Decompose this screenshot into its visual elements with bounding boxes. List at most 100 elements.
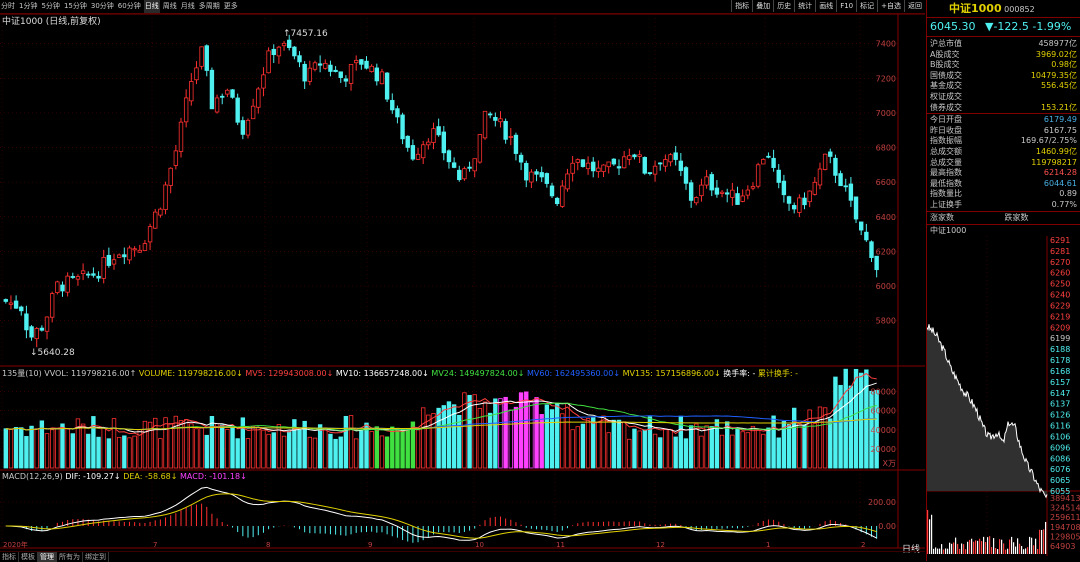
candle-body <box>271 48 276 56</box>
index-stats: 今日开盘 6179.49 昨日收盘 6167.75 指数振幅 169.67/2.75% 总成… <box>927 114 1080 210</box>
stat-label: 最低指数 <box>930 178 962 188</box>
mini-volume-bar <box>959 548 961 554</box>
volume-bar <box>554 403 560 469</box>
mini-price-tick: 6219 <box>1050 312 1070 321</box>
volume-bar <box>333 438 338 469</box>
volume-bar <box>405 428 410 469</box>
volume-bar <box>194 428 199 469</box>
volume-unit-label: X万 <box>883 459 896 468</box>
date-tick-label: 12 <box>656 541 665 549</box>
candle-body <box>874 255 879 271</box>
candle-body <box>642 157 647 174</box>
candle-body <box>86 273 91 276</box>
dif-value: DIF: -109.27↓ <box>65 472 121 481</box>
volume-bar <box>29 425 34 469</box>
volume-bar <box>122 435 127 469</box>
candle-body <box>441 131 446 154</box>
stat-row: 债券成交 153.21亿 <box>927 103 1080 114</box>
stat-row: 昨日收盘 6167.75 <box>927 126 1080 137</box>
stat-label: 总成交额 <box>930 146 962 156</box>
mini-price-tick: 6250 <box>1050 279 1070 288</box>
candle-body <box>369 65 374 72</box>
intraday-mini-chart[interactable]: 62916281 6270 6260 6250 6240 6229 6219 6209 6199… <box>926 235 1080 556</box>
mini-volume-bar <box>993 537 995 554</box>
mini-price-tick: 6106 <box>1050 432 1070 441</box>
volume-bar <box>694 423 699 469</box>
mini-price-tick: 6240 <box>1050 290 1070 299</box>
volume-bar <box>627 438 632 469</box>
candle-body <box>508 136 513 138</box>
volume-bar <box>673 436 678 469</box>
candle-body <box>142 243 148 251</box>
volume-bar <box>632 428 637 469</box>
kline-chart[interactable]: 7400 7200 7000 6800 6600 6400 6200 6000 5800 ↑745… <box>0 0 925 551</box>
volume-bar <box>353 438 359 469</box>
volume-bar <box>817 406 823 469</box>
volume-bar <box>740 431 745 469</box>
stat-value: 0.77% <box>1051 199 1077 209</box>
volume-bar <box>658 437 663 469</box>
mini-volume-bar <box>961 542 963 554</box>
volume-bar <box>606 432 611 469</box>
volume-bar <box>570 429 575 469</box>
candle-body <box>673 152 678 160</box>
candle-body <box>292 46 297 57</box>
candle-body <box>699 184 704 197</box>
candle-body <box>183 97 189 123</box>
volume-bar <box>379 435 385 469</box>
mini-volume-bar <box>1025 547 1027 554</box>
candle-body <box>472 158 477 172</box>
mini-volume-bar <box>1041 529 1043 554</box>
volume-bar <box>214 423 220 469</box>
candle-body <box>374 67 380 82</box>
volume-bar <box>771 415 776 469</box>
volume-bar <box>8 429 14 469</box>
stat-value: 0.98亿 <box>1051 60 1077 70</box>
volume-bar <box>80 423 86 469</box>
volume-bar <box>235 438 240 469</box>
stat-value: 153.21亿 <box>1041 102 1077 112</box>
mini-volume-bar <box>929 518 931 554</box>
candle-body <box>678 160 684 171</box>
volume-bar <box>3 428 8 469</box>
candle-body <box>122 254 127 258</box>
stat-value: 6044.61 <box>1043 178 1077 188</box>
mini-volume-bar <box>1037 548 1039 554</box>
volume-tick-label: 80000 <box>871 388 896 397</box>
volume-bar <box>472 394 477 469</box>
volume-bar <box>19 427 24 469</box>
candle-body <box>281 42 287 47</box>
macd-tick-label: 0.00 <box>878 522 896 531</box>
volume-bar <box>348 415 354 469</box>
candle-body <box>529 171 534 183</box>
mini-price-tick: 6157 <box>1050 377 1070 386</box>
candle-body <box>616 166 622 169</box>
quote-price-row: 6045.30 ▼-122.5 -1.99% <box>927 18 1080 37</box>
volume-bar <box>44 433 50 469</box>
candle-body <box>34 328 39 340</box>
candle-body <box>163 184 168 210</box>
mini-price-tick: 6281 <box>1050 246 1070 255</box>
candle-body <box>168 167 173 186</box>
mini-volume-bar <box>1035 538 1037 554</box>
dea-line <box>5 493 877 539</box>
mini-volume-bar <box>1039 529 1041 554</box>
stat-value: 458977亿 <box>1038 39 1077 48</box>
volume-bar <box>426 414 431 469</box>
mini-volume-bar <box>947 548 949 554</box>
price-tick-label: 7200 <box>876 74 896 83</box>
mv135-value: MV135: 157156896.00↓ <box>622 369 721 378</box>
candle-body <box>8 302 14 305</box>
volume-bar <box>683 438 689 469</box>
mini-volume-bar <box>1021 545 1023 554</box>
price-change-pct: -1.99% <box>1032 20 1072 33</box>
mini-volume-bar <box>991 546 993 554</box>
volume-bar <box>317 424 323 469</box>
volume-bar <box>266 433 271 469</box>
volume-bar <box>395 427 400 469</box>
candle-body <box>755 164 761 187</box>
candle-body <box>802 197 807 206</box>
mini-price-tick: 6199 <box>1050 334 1070 343</box>
volume-bar <box>755 430 761 469</box>
candle-body <box>39 327 45 331</box>
